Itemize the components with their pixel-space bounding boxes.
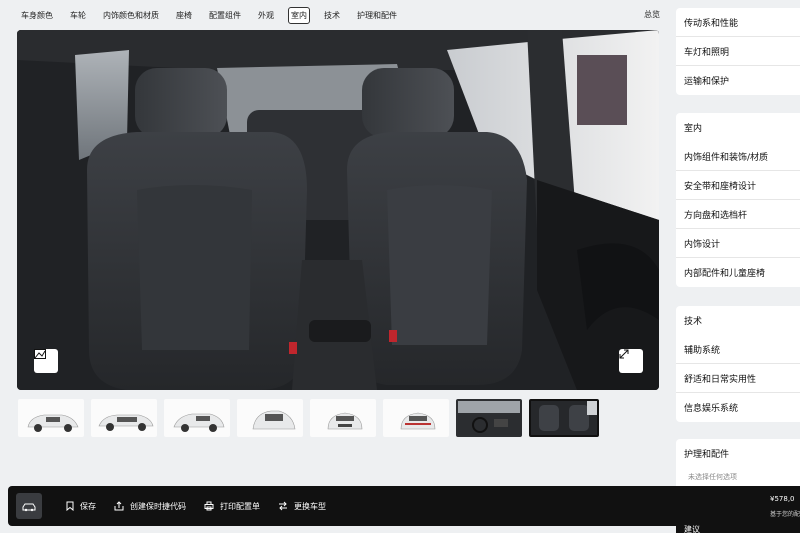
car-summary-button[interactable] (16, 493, 42, 519)
options-group-interior: 室内 内饰组件和装饰/材质 安全带和座椅设计 方向盘和选档杆 内饰设计 内部配件… (676, 113, 800, 287)
group-title-interior: 室内 (684, 124, 703, 134)
option-infotainment[interactable]: 信息娱乐系统 (676, 393, 800, 422)
image-view-button[interactable] (34, 349, 58, 373)
printer-icon (204, 501, 214, 511)
thumbnail-exterior-front[interactable] (310, 399, 376, 437)
thumbnail-interior-seats[interactable] (529, 399, 599, 437)
suggestion-label[interactable]: 建议 (676, 520, 800, 533)
config-nav: 车身颜色 车轮 内饰颜色和材质 座椅 配置组件 外观 室内 技术 护理和配件 总… (0, 0, 670, 30)
option-assistance[interactable]: 辅助系统 (676, 335, 800, 364)
tab-wheels[interactable]: 车轮 (67, 7, 89, 24)
thumbnail-strip (18, 399, 599, 437)
overview-link[interactable]: 总览 (644, 9, 660, 20)
save-button[interactable]: 保存 (66, 501, 96, 512)
share-icon (114, 501, 124, 511)
create-code-button[interactable]: 创建保时捷代码 (114, 501, 186, 512)
tab-exterior[interactable]: 外观 (255, 7, 277, 24)
option-comfort[interactable]: 舒适和日常实用性 (676, 364, 800, 393)
option-child-seats[interactable]: 内部配件和儿童座椅 (676, 258, 800, 287)
tab-body-color[interactable]: 车身颜色 (18, 7, 56, 24)
options-sidebar: 传动系和性能 车灯和照明 运输和保护 室内 内饰组件和装饰/材质 安全带和座椅设… (676, 0, 800, 533)
interior-image (17, 30, 659, 390)
change-model-label: 更换车型 (294, 501, 326, 511)
option-interior-design[interactable]: 内饰设计 (676, 229, 800, 258)
create-code-label: 创建保时捷代码 (130, 501, 186, 511)
thumbnail-exterior-side[interactable] (91, 399, 157, 437)
print-button[interactable]: 打印配置单 (204, 501, 260, 512)
group-title-care[interactable]: 护理和配件 (676, 439, 800, 468)
option-lights[interactable]: 车灯和照明 (676, 37, 800, 66)
option-interior-trim[interactable]: 内饰组件和装饰/材质 (676, 142, 800, 171)
tab-care-accessories[interactable]: 护理和配件 (354, 7, 400, 24)
print-label: 打印配置单 (220, 501, 260, 511)
total-price: ¥578,0 (770, 495, 795, 503)
group-title-technology: 技术 (684, 317, 703, 327)
option-steering-wheel[interactable]: 方向盘和选档杆 (676, 200, 800, 229)
price-summary: ¥578,0 基于您的配 (770, 495, 800, 518)
fullscreen-button[interactable] (619, 349, 643, 373)
swap-icon (279, 501, 287, 511)
bookmark-icon (66, 501, 74, 511)
tab-technology[interactable]: 技术 (321, 7, 343, 24)
no-option-selected: 未选择任何选项 (688, 473, 737, 481)
thumbnail-interior-dashboard[interactable] (456, 399, 522, 437)
thumbnail-exterior-rear-top[interactable] (237, 399, 303, 437)
change-model-button[interactable]: 更换车型 (278, 501, 326, 512)
option-seatbelts[interactable]: 安全带和座椅设计 (676, 171, 800, 200)
thumbnail-exterior-rear-quarter[interactable] (164, 399, 230, 437)
tab-interior[interactable]: 室内 (288, 6, 310, 24)
option-transport[interactable]: 运输和保护 (676, 66, 800, 95)
tab-interior-color[interactable]: 内饰颜色和材质 (100, 7, 162, 24)
save-label: 保存 (80, 501, 96, 511)
tab-packages[interactable]: 配置组件 (206, 7, 244, 24)
thumbnail-exterior-rear[interactable] (383, 399, 449, 437)
tab-seats[interactable]: 座椅 (173, 7, 195, 24)
thumbnail-exterior-front-quarter[interactable] (18, 399, 84, 437)
options-group-performance: 传动系和性能 车灯和照明 运输和保护 (676, 8, 800, 95)
car-image-viewer[interactable] (17, 30, 659, 390)
price-note: 基于您的配 (770, 511, 800, 518)
car-icon (22, 497, 36, 516)
options-group-technology: 技术 辅助系统 舒适和日常实用性 信息娱乐系统 (676, 306, 800, 422)
option-drivetrain[interactable]: 传动系和性能 (676, 8, 800, 37)
